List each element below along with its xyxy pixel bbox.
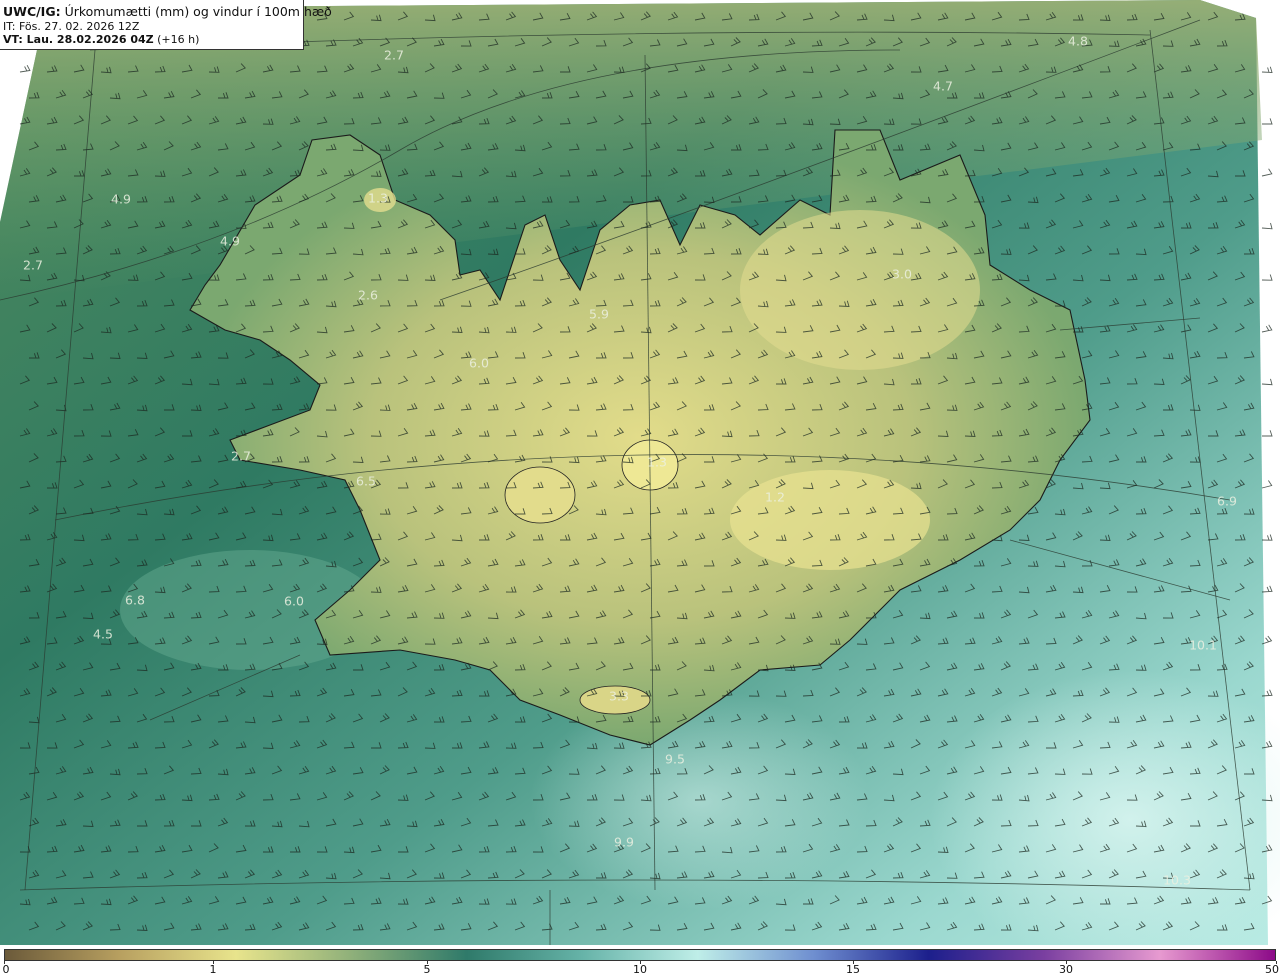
colorbar-label-30: 30 bbox=[1059, 963, 1073, 976]
value-label: 2.7 bbox=[384, 47, 404, 63]
value-label: 1.2 bbox=[765, 489, 785, 505]
value-label: 4.5 bbox=[93, 626, 113, 642]
value-label: 9.5 bbox=[665, 751, 685, 767]
colorbar-label-15: 15 bbox=[846, 963, 860, 976]
colorbar-label-10: 10 bbox=[633, 963, 647, 976]
init-time: IT: Fös. 27. 02. 2026 12Z bbox=[3, 20, 140, 33]
value-label: 4.9 bbox=[111, 191, 131, 207]
value-label: 1.3 bbox=[368, 190, 388, 206]
value-label: 3.3 bbox=[609, 688, 629, 704]
value-label: 6.9 bbox=[1217, 493, 1237, 509]
value-label: 6.0 bbox=[284, 593, 304, 609]
colorbar-label-50: 50 bbox=[1265, 963, 1279, 976]
value-label: 1.3 bbox=[647, 454, 667, 470]
map-canvas bbox=[0, 0, 1280, 948]
value-label: 4.9 bbox=[220, 233, 240, 249]
valid-time: VT: Lau. 28.02.2026 04Z bbox=[3, 33, 154, 46]
colorbar-legend: 0 1 5 10 15 30 50 bbox=[0, 948, 1280, 978]
value-label: 2.6 bbox=[358, 287, 378, 303]
value-label: 10.1 bbox=[1189, 637, 1217, 653]
model-name: UWC/IG: bbox=[3, 4, 61, 19]
value-label: 4.8 bbox=[1068, 33, 1088, 49]
map-area: 2.7 4.8 4.7 4.9 4.9 2.7 2.6 1.3 5.9 6.0 3.0 2.7 6.5 1… bbox=[0, 0, 1280, 948]
colorbar-label-1: 1 bbox=[209, 963, 217, 976]
value-label: 2.7 bbox=[231, 448, 251, 464]
value-label: 6.8 bbox=[125, 592, 145, 608]
value-label: 6.0 bbox=[469, 355, 489, 371]
valid-offset: (+16 h) bbox=[153, 33, 200, 46]
value-label: 10.3 bbox=[1163, 872, 1191, 888]
map-title: Úrkomumætti (mm) og vindur í 100m hæð bbox=[60, 4, 332, 19]
map-header: UWC/IG: Úrkomumætti (mm) og vindur í 100… bbox=[0, 0, 332, 50]
value-label: 2.7 bbox=[23, 257, 43, 273]
value-label: 3.0 bbox=[892, 266, 912, 282]
value-label: 6.5 bbox=[356, 473, 376, 489]
colorbar bbox=[4, 949, 1276, 961]
value-label: 5.9 bbox=[589, 306, 609, 322]
colorbar-label-5: 5 bbox=[423, 963, 431, 976]
value-label: 4.7 bbox=[933, 78, 953, 94]
value-label: 9.9 bbox=[614, 834, 634, 850]
colorbar-label-0: 0 bbox=[2, 963, 10, 976]
